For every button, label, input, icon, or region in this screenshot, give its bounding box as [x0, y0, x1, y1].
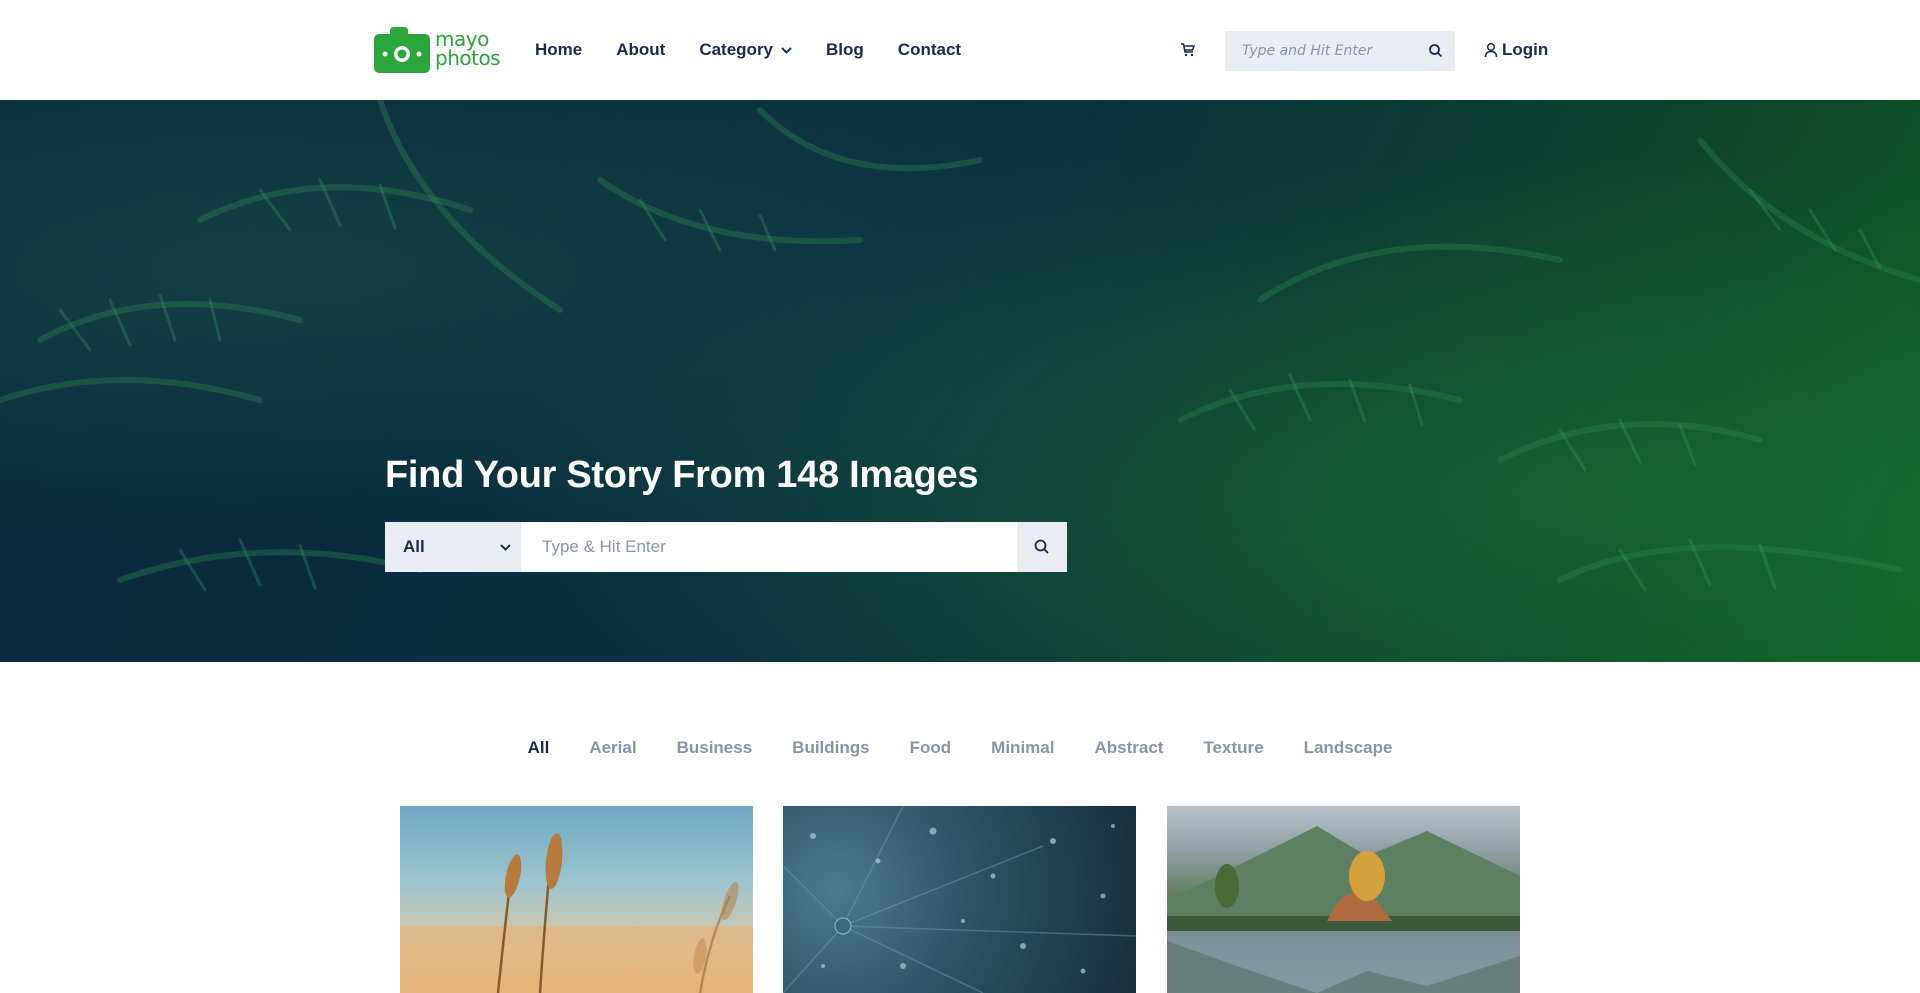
logo-wordmark: mayo photos [435, 29, 501, 70]
mountain-lake-photo [1167, 826, 1520, 993]
gallery-card-mountain-lake[interactable] [1167, 806, 1520, 993]
header-search [1225, 31, 1455, 71]
camera-logo-icon [374, 27, 430, 73]
category-filters: All Aerial Business Buildings Food Minim… [0, 738, 1920, 758]
search-icon [1034, 539, 1049, 554]
filter-minimal[interactable]: Minimal [991, 738, 1054, 758]
nav-blog[interactable]: Blog [826, 40, 864, 60]
hero-search-bar: All [385, 522, 1067, 572]
hero-banner: Find Your Story From 148 Images All [0, 100, 1920, 662]
image-gallery [400, 806, 1520, 993]
main-nav: Home About Category Blog Contact [535, 0, 995, 100]
hero-title: Find Your Story From 148 Images [385, 454, 979, 496]
user-icon [1484, 42, 1498, 58]
nav-about[interactable]: About [616, 40, 665, 60]
header-search-input[interactable] [1225, 31, 1415, 71]
category-select[interactable]: All [385, 522, 521, 572]
filter-aerial[interactable]: Aerial [589, 738, 636, 758]
filter-landscape[interactable]: Landscape [1304, 738, 1393, 758]
wheat-photo [400, 833, 753, 993]
hero-background-image [0, 100, 1920, 662]
nav-contact[interactable]: Contact [898, 40, 961, 60]
logo-line2: photos [435, 46, 501, 70]
filter-business[interactable]: Business [677, 738, 753, 758]
hero-search-button[interactable] [1017, 522, 1067, 572]
filter-abstract[interactable]: Abstract [1094, 738, 1163, 758]
login-label: Login [1502, 40, 1549, 59]
filter-buildings[interactable]: Buildings [792, 738, 869, 758]
chevron-down-icon [781, 46, 792, 54]
nav-home[interactable]: Home [535, 40, 582, 60]
site-header: mayo photos Home About Category Blog Con… [0, 0, 1920, 100]
login-link[interactable]: Login [1484, 40, 1548, 60]
filter-food[interactable]: Food [910, 738, 952, 758]
chevron-down-icon [500, 543, 511, 551]
raindrops-photo [783, 806, 1136, 993]
hero-search-input[interactable] [521, 522, 1017, 572]
filter-all[interactable]: All [528, 738, 550, 758]
gallery-card-wheat[interactable] [400, 806, 753, 993]
cart-icon[interactable] [1180, 42, 1196, 58]
nav-category-label: Category [699, 40, 774, 59]
nav-category[interactable]: Category [699, 40, 792, 60]
site-logo[interactable]: mayo photos [374, 27, 506, 73]
search-icon[interactable] [1427, 42, 1445, 60]
gallery-card-raindrops[interactable] [783, 806, 1136, 993]
filter-texture[interactable]: Texture [1203, 738, 1263, 758]
category-select-value: All [403, 537, 425, 556]
